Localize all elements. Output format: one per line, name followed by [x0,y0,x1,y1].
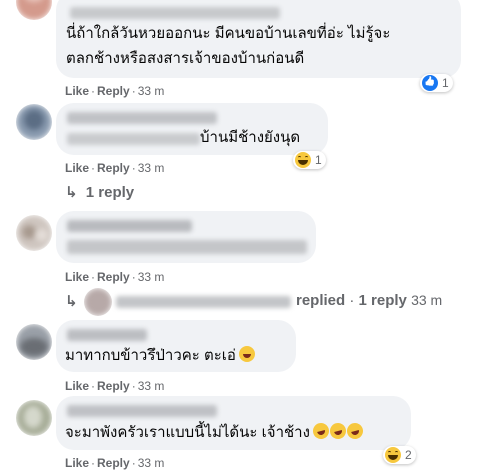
avatar[interactable] [16,215,52,251]
comment-bubble [56,211,316,263]
timestamp[interactable]: 33 m [138,161,165,175]
reply-button[interactable]: Reply [97,270,130,284]
reply-button[interactable]: Reply [97,379,130,393]
timestamp[interactable]: 33 m [138,84,165,98]
timestamp[interactable]: 33 m [138,379,165,393]
timestamp: 33 m [411,292,443,308]
avatar[interactable] [16,400,52,436]
commenter-name[interactable] [67,329,147,341]
replier-name [116,296,291,308]
like-button[interactable]: Like [65,84,89,98]
view-replies-link[interactable]: ↳ 1 reply [65,183,134,201]
reply-arrow-icon: ↳ [65,293,78,310]
like-button[interactable]: Like [65,161,89,175]
commenter-name[interactable] [67,220,192,232]
like-reaction-icon [422,75,438,91]
avatar[interactable] [16,324,52,360]
commenter-name[interactable] [67,112,217,124]
comment-text: มาทากบข้าวรึป่าวคะ ตะเอ่ [65,344,255,368]
reply-button[interactable]: Reply [97,456,130,470]
comment-text: จะมาพังครัวเราแบบนี้ไม่ได้นะ เจ้าช้าง [65,421,365,445]
comment-actions: Like · Reply · 33 m [65,456,165,470]
haha-reaction-icon [295,152,311,168]
laugh-emoji-icon [311,421,331,441]
like-button[interactable]: Like [65,379,89,393]
smile-emoji-icon [238,346,255,362]
avatar[interactable] [16,104,52,140]
commenter-name-blur [67,133,200,145]
reply-button[interactable]: Reply [97,161,130,175]
reply-arrow-icon: ↳ [65,184,78,201]
comment-actions: Like · Reply · 33 m [65,270,165,284]
haha-reaction-icon [385,447,401,463]
reaction-badge[interactable]: 1 [293,151,326,169]
like-button[interactable]: Like [65,270,89,284]
timestamp[interactable]: 33 m [138,270,165,284]
comment-actions: Like · Reply · 33 m [65,84,165,98]
laugh-emoji-icon [345,421,365,441]
reply-button[interactable]: Reply [97,84,130,98]
comment-actions: Like · Reply · 33 m [65,161,165,175]
comment-text: นี่ถ้าใกล้วันหวยออกนะ มีคนขอบ้านเลขที่อ่… [66,25,391,42]
comment-text: ตลกช้างหรือสงสารเจ้าของบ้านก่อนดี [66,50,305,67]
commenter-name[interactable] [70,7,280,19]
timestamp[interactable]: 33 m [138,456,165,470]
comment-actions: Like · Reply · 33 m [65,379,165,393]
commenter-name[interactable] [67,405,217,417]
avatar[interactable] [16,0,52,20]
reaction-badge[interactable]: 2 [383,446,416,464]
comment-text: บ้านมีช้างยังนุด [200,129,301,146]
replier-avatar [84,288,112,316]
reaction-badge[interactable]: 1 [420,74,453,92]
laugh-emoji-icon [328,421,348,441]
comment-text-blur [67,240,307,254]
like-button[interactable]: Like [65,456,89,470]
